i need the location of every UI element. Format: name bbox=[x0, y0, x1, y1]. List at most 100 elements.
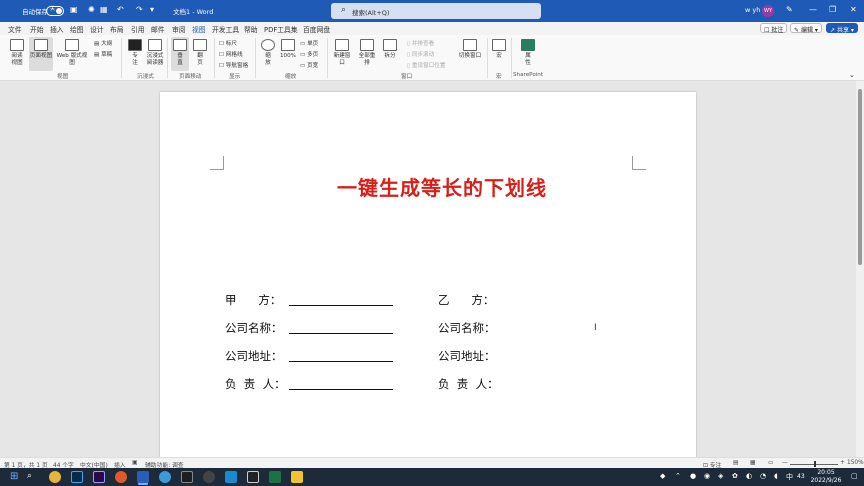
read-mode-icon[interactable]: ▤ bbox=[733, 460, 738, 466]
app-icon[interactable] bbox=[181, 471, 193, 483]
search-box[interactable]: ⌕ 搜索(Alt+Q) bbox=[331, 3, 541, 19]
menu-file[interactable]: 文件 bbox=[8, 24, 22, 34]
zoom-100-button[interactable]: 100% bbox=[279, 39, 297, 60]
reset-window-button[interactable]: ▯ 重设窗口位置 bbox=[407, 61, 445, 69]
edge-icon[interactable] bbox=[159, 471, 171, 483]
undo-icon[interactable]: ↶ bbox=[117, 5, 124, 14]
menu-baidu-netdisk[interactable]: 百度网盘 bbox=[303, 24, 330, 34]
ruler-checkbox[interactable]: ☐ 标尺 bbox=[219, 39, 237, 47]
premiere-icon[interactable] bbox=[93, 471, 105, 483]
zoom-slider-thumb[interactable] bbox=[814, 461, 816, 467]
zoom-out-icon[interactable]: — bbox=[782, 460, 788, 466]
notification-count[interactable]: 43 bbox=[797, 473, 805, 480]
web-layout-button[interactable]: Web 版式视图 bbox=[54, 39, 90, 66]
app-icon[interactable] bbox=[225, 471, 237, 483]
system-clock[interactable]: 20:05 2022/9/26 bbox=[808, 469, 844, 485]
app-icon[interactable] bbox=[203, 471, 215, 483]
one-page-button[interactable]: ▭ 单页 bbox=[300, 39, 318, 47]
volume-icon[interactable]: ◖ bbox=[774, 472, 778, 480]
pen-icon[interactable]: ✎ bbox=[786, 5, 793, 14]
draft-button[interactable]: ▤ 草稿 bbox=[94, 50, 112, 58]
zoom-level[interactable]: 150% bbox=[847, 460, 864, 466]
chevron-up-icon[interactable]: ⌃ bbox=[675, 472, 681, 480]
properties-button[interactable]: 属 性 bbox=[519, 39, 537, 66]
collapse-ribbon-icon[interactable]: ⌄ bbox=[849, 71, 855, 79]
document-page[interactable]: 一键生成等长的下划线 甲 方： 乙 方： 公司名称： 公司名称： 公司地址： 公… bbox=[160, 92, 696, 462]
menu-references[interactable]: 引用 bbox=[131, 24, 145, 34]
menu-review[interactable]: 审阅 bbox=[172, 24, 186, 34]
file-explorer-icon[interactable] bbox=[291, 471, 303, 483]
multiple-pages-button[interactable]: ▭ 多页 bbox=[300, 50, 318, 58]
close-icon[interactable]: ✕ bbox=[850, 5, 857, 14]
menu-insert[interactable]: 插入 bbox=[50, 24, 64, 34]
tray-app-icon[interactable]: ✿ bbox=[732, 472, 738, 480]
document-heading[interactable]: 一键生成等长的下划线 bbox=[160, 172, 696, 201]
user-name[interactable]: w yh bbox=[745, 6, 760, 14]
underline-field[interactable] bbox=[289, 377, 393, 390]
edit-button[interactable]: ✎ 编辑 ▾ bbox=[790, 23, 822, 34]
gridlines-checkbox[interactable]: ☐ 网格线 bbox=[219, 50, 243, 58]
word-icon[interactable] bbox=[137, 471, 149, 483]
underline-field[interactable] bbox=[289, 321, 393, 334]
row-left-label[interactable]: 公司名称： bbox=[225, 320, 283, 336]
vertical-button[interactable]: 垂 直 bbox=[171, 37, 189, 71]
ime-icon[interactable]: 中 bbox=[786, 472, 793, 482]
save-icon[interactable]: ▣ bbox=[70, 5, 78, 14]
tray-app-icon[interactable]: ◆ bbox=[660, 472, 665, 480]
print-layout-icon[interactable]: ▦ bbox=[750, 460, 755, 466]
menu-help[interactable]: 帮助 bbox=[244, 24, 258, 34]
nav-pane-checkbox[interactable]: ☐ 导航窗格 bbox=[219, 61, 248, 69]
menu-draw[interactable]: 绘图 bbox=[70, 24, 84, 34]
sync-scroll-button[interactable]: ▯ 同步滚动 bbox=[407, 50, 434, 58]
menu-mailings[interactable]: 邮件 bbox=[151, 24, 165, 34]
macros-button[interactable]: 宏 bbox=[491, 39, 507, 60]
share-button[interactable]: ↗ 共享 ▾ bbox=[826, 23, 858, 34]
split-button[interactable]: 拆分 bbox=[381, 39, 399, 60]
app-icon[interactable] bbox=[115, 471, 127, 483]
switch-windows-button[interactable]: 切换窗口 bbox=[457, 39, 483, 60]
web-layout-icon[interactable]: ▭ bbox=[768, 460, 773, 466]
customize-icon[interactable]: ▾ bbox=[150, 5, 154, 14]
zoom-in-icon[interactable]: + bbox=[840, 460, 845, 466]
chrome-icon[interactable] bbox=[49, 471, 61, 483]
view-side-by-side-button[interactable]: ▯ 并排查看 bbox=[407, 39, 434, 47]
wechat-icon[interactable]: ◐ bbox=[746, 472, 752, 480]
row-right-label[interactable]: 公司地址： bbox=[438, 348, 496, 364]
notification-icon[interactable]: ▢ bbox=[851, 472, 858, 480]
zoom-button[interactable]: 缩 放 bbox=[259, 39, 277, 66]
immersive-reader-button[interactable]: 沉浸式 阅读器 bbox=[144, 39, 166, 66]
mode-icon[interactable]: ✺ bbox=[88, 5, 95, 14]
layout-icon[interactable]: ▦ bbox=[100, 5, 108, 14]
comment-button[interactable]: ☐ 批注 bbox=[760, 23, 788, 34]
wifi-icon[interactable]: ◔ bbox=[760, 472, 766, 480]
outline-button[interactable]: ▤ 大纲 bbox=[94, 39, 112, 47]
menu-pdf-tools[interactable]: PDF工具集 bbox=[264, 24, 298, 34]
vertical-scrollbar[interactable] bbox=[856, 81, 864, 457]
row-left-label[interactable]: 负 责 人： bbox=[225, 376, 286, 392]
print-layout-button[interactable]: 页面视图 bbox=[29, 37, 53, 71]
minimize-icon[interactable]: — bbox=[809, 5, 817, 14]
new-window-button[interactable]: 新建窗口 bbox=[331, 39, 353, 66]
redo-icon[interactable]: ↷ bbox=[136, 5, 143, 14]
menu-home[interactable]: 开始 bbox=[30, 24, 44, 34]
menu-design[interactable]: 设计 bbox=[90, 24, 104, 34]
row-left-label[interactable]: 公司地址： bbox=[225, 348, 283, 364]
focus-button[interactable]: 专 注 bbox=[126, 39, 144, 66]
row-right-label[interactable]: 乙 方： bbox=[438, 292, 494, 308]
row-left-label[interactable]: 甲 方： bbox=[225, 292, 281, 308]
photoshop-icon[interactable] bbox=[71, 471, 83, 483]
start-icon[interactable]: ⊞ bbox=[10, 471, 22, 483]
restore-icon[interactable]: ❐ bbox=[829, 5, 836, 14]
arrange-all-button[interactable]: 全部重排 bbox=[356, 39, 378, 66]
tray-app-icon[interactable]: ◈ bbox=[718, 472, 723, 480]
search-icon[interactable]: ⌕ bbox=[27, 471, 39, 483]
scrollbar-thumb[interactable] bbox=[858, 89, 862, 265]
tray-app-icon[interactable]: ◉ bbox=[704, 472, 710, 480]
row-right-label[interactable]: 负 责 人： bbox=[438, 376, 499, 392]
excel-icon[interactable] bbox=[269, 471, 281, 483]
capcut-icon[interactable] bbox=[247, 471, 259, 483]
read-mode-button[interactable]: 阅读 视图 bbox=[6, 39, 28, 66]
page-width-button[interactable]: ▭ 页宽 bbox=[300, 61, 318, 69]
menu-developer[interactable]: 开发工具 bbox=[212, 24, 239, 34]
underline-field[interactable] bbox=[289, 349, 393, 362]
